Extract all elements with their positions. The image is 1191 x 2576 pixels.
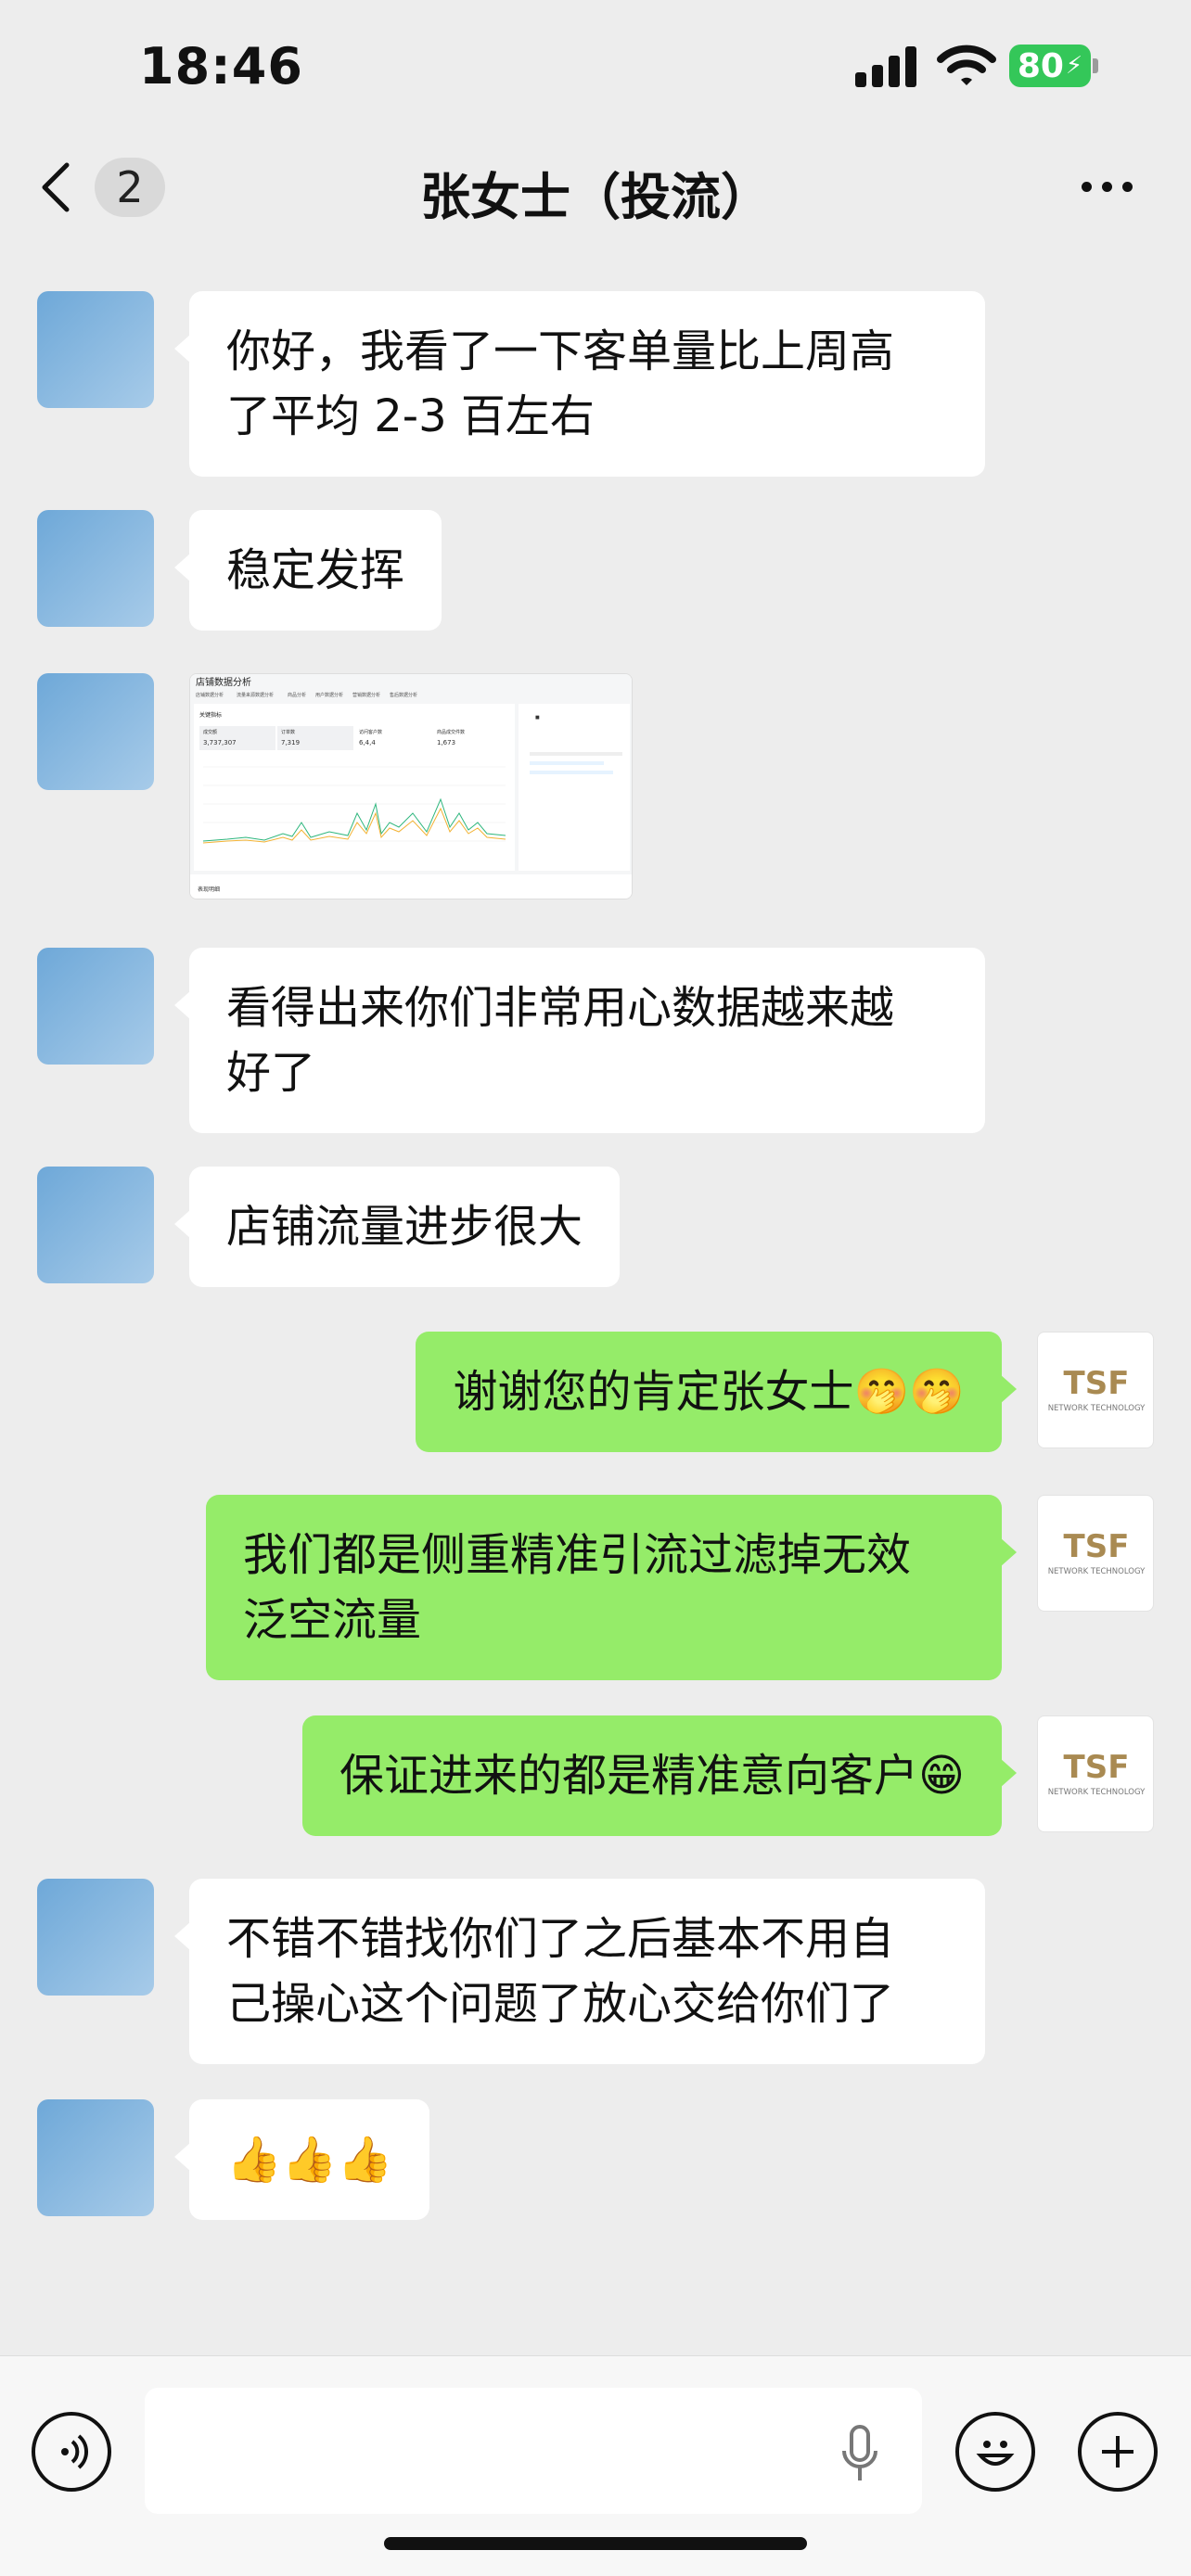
tsf-logo: TSF NETWORK TECHNOLOGY — [1048, 1365, 1146, 1413]
avatar[interactable] — [37, 1879, 154, 1996]
status-bar: 18:46 80 ⚡ — [0, 0, 1191, 139]
wifi-icon — [937, 45, 996, 85]
thumb-metric-value: 3,737,307 — [203, 739, 237, 746]
message-bubble[interactable]: 店铺流量进步很大 — [173, 1167, 621, 1287]
svg-text:NETWORK TECHNOLOGY: NETWORK TECHNOLOGY — [1048, 1404, 1146, 1413]
emoji-icon[interactable] — [955, 2412, 1035, 2492]
avatar[interactable]: TSF NETWORK TECHNOLOGY — [1037, 1332, 1154, 1448]
mic-icon[interactable] — [837, 2423, 883, 2488]
signal-icon — [855, 46, 920, 87]
thumb-tab: 营销数据分析 — [352, 692, 380, 698]
battery-level: 80 — [1017, 46, 1064, 85]
message-bubble[interactable]: 我们都是侧重精准引流过滤掉无效 泛空流量 — [206, 1495, 1017, 1680]
thumb-tab: 流量来源数据分析 — [237, 692, 274, 698]
thumb-metric-value: 7,319 — [281, 739, 300, 746]
home-indicator — [384, 2537, 807, 2550]
thumb-metric-label: 成交额 — [203, 729, 217, 735]
thumb-metric-label: 商品成交件数 — [437, 729, 465, 735]
message-bubble[interactable]: 你好，我看了一下客单量比上周高 了平均 2-3 百左右 — [174, 291, 985, 477]
avatar[interactable] — [37, 2099, 154, 2216]
thumb-metric-label: 访问客户数 — [359, 729, 382, 735]
avatar[interactable]: TSF NETWORK TECHNOLOGY — [1037, 1495, 1154, 1612]
thumb-metric-value: 1,673 — [437, 739, 455, 746]
chat-title: 张女士（投流） — [420, 168, 771, 226]
thumb-title: 店铺数据分析 — [196, 676, 251, 688]
message-input[interactable] — [145, 2388, 922, 2514]
svg-text:NETWORK TECHNOLOGY: NETWORK TECHNOLOGY — [1048, 1567, 1146, 1576]
image-message[interactable]: 店铺数据分析 店铺数据分析 流量来源数据分析 商品分析 用户数据分析 营销数据分… — [189, 673, 633, 899]
thumb-footer: 表现明细 — [198, 886, 220, 893]
message-bubble[interactable]: 稳定发挥 — [173, 510, 442, 631]
message-bubble[interactable]: 不错不错找你们了之后基本不用自 己操心这个问题了放心交给你们了 — [174, 1879, 985, 2064]
svg-text:TSF: TSF — [1064, 1365, 1130, 1402]
plus-icon[interactable] — [1078, 2412, 1158, 2492]
message-bubble[interactable]: 👍👍👍 — [173, 2099, 430, 2220]
thumb-tab: 售后数据分析 — [390, 692, 417, 698]
avatar[interactable] — [37, 291, 154, 408]
thumb-metric-value: 6,4,4 — [359, 739, 376, 746]
avatar[interactable] — [37, 673, 154, 790]
voice-icon[interactable] — [32, 2412, 111, 2492]
thumb-metric-label: 订单数 — [281, 729, 295, 735]
status-time: 18:46 — [139, 37, 303, 96]
dashboard-screenshot: 店铺数据分析 店铺数据分析 流量来源数据分析 商品分析 用户数据分析 营销数据分… — [190, 674, 632, 899]
avatar[interactable] — [37, 948, 154, 1065]
more-icon[interactable] — [1074, 172, 1139, 200]
nav-bar: 2 张女士（投流） — [0, 139, 1191, 241]
avatar[interactable] — [37, 510, 154, 627]
avatar[interactable]: TSF NETWORK TECHNOLOGY — [1037, 1715, 1154, 1832]
thumb-section: 关键指标 — [199, 711, 222, 719]
message-bubble[interactable]: 谢谢您的肯定张女士🤭🤭 — [416, 1332, 1017, 1452]
tsf-logo: TSF NETWORK TECHNOLOGY — [1048, 1528, 1146, 1576]
message-bubble[interactable]: 看得出来你们非常用心数据越来越 好了 — [174, 948, 985, 1133]
svg-text:■: ■ — [535, 715, 540, 721]
thumb-tab: 店铺数据分析 — [196, 692, 224, 698]
battery-icon: 80 ⚡ — [1009, 45, 1098, 87]
thumb-tab: 用户数据分析 — [315, 692, 343, 698]
message-bubble[interactable]: 保证进来的都是精准意向客户😁 — [301, 1715, 1018, 1836]
tsf-logo: TSF NETWORK TECHNOLOGY — [1048, 1749, 1146, 1797]
svg-text:TSF: TSF — [1064, 1528, 1130, 1565]
thumb-tab: 商品分析 — [288, 692, 306, 698]
svg-text:TSF: TSF — [1064, 1749, 1130, 1786]
avatar[interactable] — [37, 1167, 154, 1283]
svg-text:NETWORK TECHNOLOGY: NETWORK TECHNOLOGY — [1048, 1788, 1146, 1797]
